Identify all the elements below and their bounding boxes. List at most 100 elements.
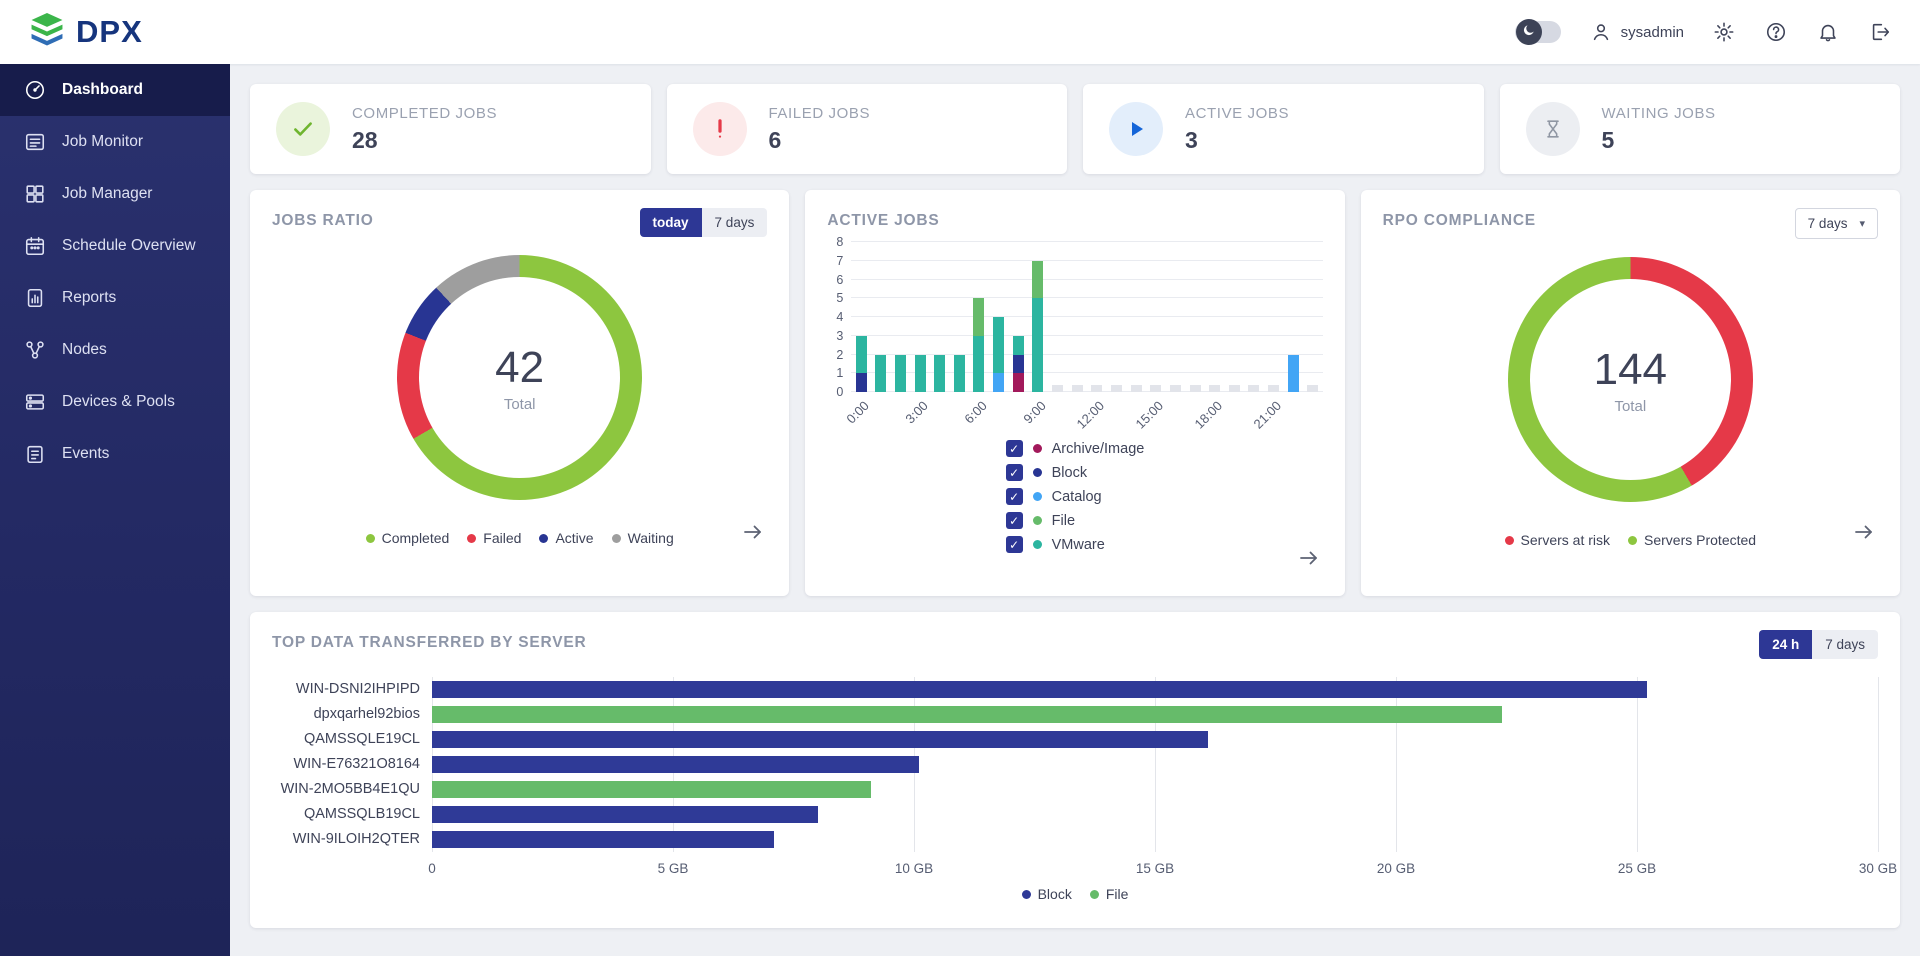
rpo-head: RPO COMPLIANCE 7 days ▾ xyxy=(1383,208,1878,239)
bar-6-00[interactable] xyxy=(973,298,984,392)
gridline xyxy=(1155,677,1156,852)
active-jobs-details-arrow[interactable] xyxy=(1297,546,1321,570)
topbar: DPX sysadmin xyxy=(0,0,1920,64)
notifications-button[interactable] xyxy=(1816,20,1840,44)
rpo-details-arrow[interactable] xyxy=(1852,520,1876,544)
bar-7-00[interactable] xyxy=(993,317,1004,392)
kpi-value: 6 xyxy=(769,127,871,154)
sidebar-item-nodes[interactable]: Nodes xyxy=(0,324,230,376)
legend-item-vmware[interactable]: ✓VMware xyxy=(1006,536,1145,553)
bar-qamssqlb19cl[interactable] xyxy=(432,806,818,823)
bar-17-00[interactable] xyxy=(1190,385,1201,393)
top-data-period-toggle: 24 h7 days xyxy=(1759,630,1878,659)
bar-2-00[interactable] xyxy=(895,355,906,393)
bar-win-2mo5bb4e1qu[interactable] xyxy=(432,781,871,798)
legend-item-block[interactable]: ✓Block xyxy=(1006,464,1145,481)
bar-qamssqle19cl[interactable] xyxy=(432,731,1208,748)
kpi-card-completed-jobs[interactable]: COMPLETED JOBS28 xyxy=(250,84,651,174)
bar-segment-block xyxy=(856,373,867,392)
bar-slot xyxy=(950,242,970,392)
bar-15-00[interactable] xyxy=(1150,385,1161,393)
server-label: WIN-9ILOIH2QTER xyxy=(293,831,420,847)
legend-dot xyxy=(1090,890,1099,899)
sidebar-item-dashboard[interactable]: Dashboard xyxy=(0,64,230,116)
bar-4-00[interactable] xyxy=(934,355,945,393)
bar-dpxqarhel92bios[interactable] xyxy=(432,706,1502,723)
x-tick: 10 GB xyxy=(895,861,933,876)
bar-segment-archive-image xyxy=(1013,373,1024,392)
bar-13-00[interactable] xyxy=(1111,385,1122,393)
bar-3-00[interactable] xyxy=(915,355,926,393)
sidebar-item-label: Events xyxy=(62,445,109,463)
x-tick: 0 xyxy=(428,861,436,876)
sidebar-item-schedule-overview[interactable]: Schedule Overview xyxy=(0,220,230,272)
settings-button[interactable] xyxy=(1712,20,1736,44)
theme-toggle[interactable] xyxy=(1515,21,1561,43)
bar-23-00[interactable] xyxy=(1307,385,1318,393)
top-data-legend: BlockFile xyxy=(272,886,1878,902)
bar-10-00[interactable] xyxy=(1052,385,1063,393)
x-tick-slot: 15:00 xyxy=(1146,392,1166,434)
sidebar-item-reports[interactable]: Reports xyxy=(0,272,230,324)
checkbox-block[interactable]: ✓ xyxy=(1006,464,1023,481)
checkbox-archive-image[interactable]: ✓ xyxy=(1006,440,1023,457)
bar-22-00[interactable] xyxy=(1288,355,1299,393)
bar-21-00[interactable] xyxy=(1268,385,1279,393)
bar-8-00[interactable] xyxy=(1013,336,1024,392)
legend-dot xyxy=(1505,536,1514,545)
bar-win-dsni2ihpipd[interactable] xyxy=(432,681,1647,698)
bar-11-00[interactable] xyxy=(1072,385,1083,393)
checkbox-catalog[interactable]: ✓ xyxy=(1006,488,1023,505)
legend-item-archive-image[interactable]: ✓Archive/Image xyxy=(1006,440,1145,457)
sidebar-item-label: Dashboard xyxy=(62,81,143,99)
rpo-period-select[interactable]: 7 days ▾ xyxy=(1795,208,1878,239)
bar-segment-vmware xyxy=(1032,298,1043,392)
bar-20-00[interactable] xyxy=(1248,385,1259,393)
kpi-card-waiting-jobs[interactable]: WAITING JOBS5 xyxy=(1500,84,1901,174)
help-button[interactable] xyxy=(1764,20,1788,44)
legend-item-servers-protected: Servers Protected xyxy=(1628,532,1756,548)
toggle-7-days[interactable]: 7 days xyxy=(702,208,768,237)
legend-dot xyxy=(467,534,476,543)
y-tick: 8 xyxy=(836,235,843,249)
kpi-card-active-jobs[interactable]: ACTIVE JOBS3 xyxy=(1083,84,1484,174)
bar-5-00[interactable] xyxy=(954,355,965,393)
x-tick-slot xyxy=(1303,392,1323,434)
toggle-7-days[interactable]: 7 days xyxy=(1812,630,1878,659)
legend-dot xyxy=(539,534,548,543)
bar-14-00[interactable] xyxy=(1131,385,1142,393)
checkbox-vmware[interactable]: ✓ xyxy=(1006,536,1023,553)
toggle-today[interactable]: today xyxy=(640,208,702,237)
bar-18-00[interactable] xyxy=(1209,385,1220,393)
bar-9-00[interactable] xyxy=(1032,261,1043,392)
bar-16-00[interactable] xyxy=(1170,385,1181,393)
bar-12-00[interactable] xyxy=(1091,385,1102,393)
bar-win-e76321o8164[interactable] xyxy=(432,756,919,773)
toggle-24-h[interactable]: 24 h xyxy=(1759,630,1812,659)
rpo-donut: 144 Total xyxy=(1508,257,1753,502)
bar-0-00[interactable] xyxy=(856,336,867,392)
legend-item-file[interactable]: ✓File xyxy=(1006,512,1145,529)
checkbox-file[interactable]: ✓ xyxy=(1006,512,1023,529)
user-menu[interactable]: sysadmin xyxy=(1589,20,1684,44)
server-label: WIN-DSNI2IHPIPD xyxy=(296,681,420,697)
bar-slot xyxy=(1146,242,1166,392)
sidebar-item-job-manager[interactable]: Job Manager xyxy=(0,168,230,220)
bar-win-9iloih2qter[interactable] xyxy=(432,831,774,848)
dpx-logo[interactable]: DPX xyxy=(28,13,143,52)
logout-button[interactable] xyxy=(1868,20,1892,44)
theme-toggle-knob[interactable] xyxy=(1516,19,1542,45)
bar-segment-nodata xyxy=(1170,385,1181,393)
legend-item-catalog[interactable]: ✓Catalog xyxy=(1006,488,1145,505)
active-jobs-xaxis: 0:003:006:009:0012:0015:0018:0021:00 xyxy=(851,392,1322,434)
sidebar-item-devices-pools[interactable]: Devices & Pools xyxy=(0,376,230,428)
kpi-card-failed-jobs[interactable]: FAILED JOBS6 xyxy=(667,84,1068,174)
x-tick: 30 GB xyxy=(1859,861,1897,876)
sidebar-item-events[interactable]: Events xyxy=(0,428,230,480)
gridline xyxy=(1878,677,1879,852)
jobs-ratio-details-arrow[interactable] xyxy=(741,520,765,544)
bar-1-00[interactable] xyxy=(875,355,886,393)
reports-icon xyxy=(24,287,46,309)
bar-19-00[interactable] xyxy=(1229,385,1240,393)
sidebar-item-job-monitor[interactable]: Job Monitor xyxy=(0,116,230,168)
